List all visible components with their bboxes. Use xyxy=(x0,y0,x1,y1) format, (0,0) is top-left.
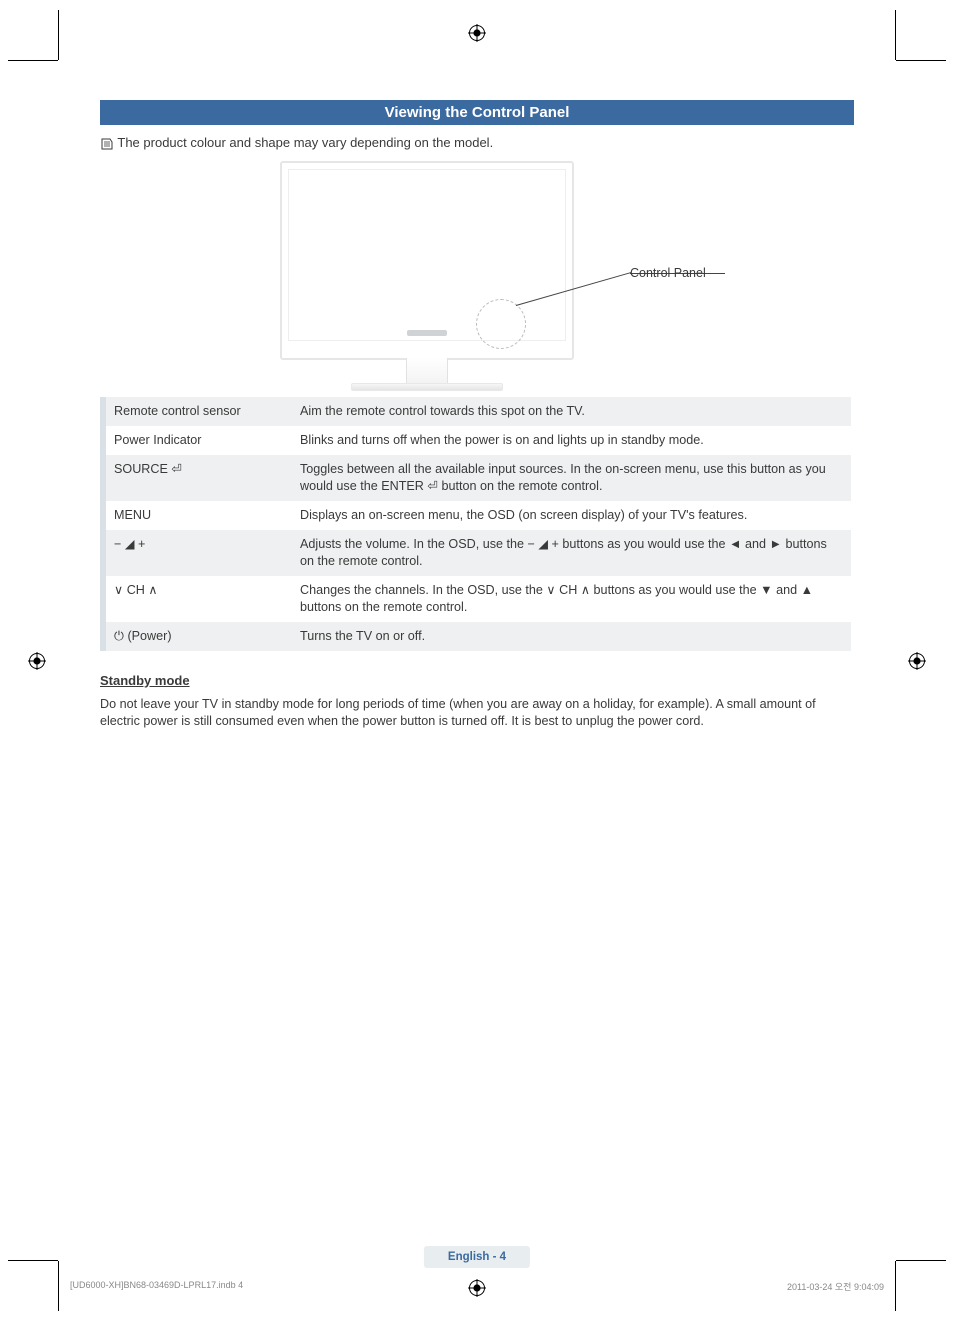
crop-mark xyxy=(896,60,946,61)
registration-mark-icon xyxy=(468,24,486,42)
table-row: Remote control sensor Aim the remote con… xyxy=(103,397,851,426)
row-label: ⏻ (Power) xyxy=(103,622,292,651)
row-label: MENU xyxy=(103,501,292,530)
crop-mark xyxy=(896,1260,946,1261)
crop-mark xyxy=(8,1260,58,1261)
control-panel-table: Remote control sensor Aim the remote con… xyxy=(100,397,854,651)
table-row: MENU Displays an on-screen menu, the OSD… xyxy=(103,501,851,530)
row-desc: Changes the channels. In the OSD, use th… xyxy=(292,576,851,622)
standby-heading: Standby mode xyxy=(100,673,854,688)
tv-illustration xyxy=(280,161,574,360)
registration-mark-icon xyxy=(908,652,926,670)
crop-mark xyxy=(895,10,896,60)
row-desc: Aim the remote control towards this spot… xyxy=(292,397,851,426)
control-panel-label: Control Panel xyxy=(630,266,706,280)
note-line: The product colour and shape may vary de… xyxy=(100,135,854,151)
control-panel-callout-circle xyxy=(476,299,526,349)
table-row: Power Indicator Blinks and turns off whe… xyxy=(103,426,851,455)
tv-figure: Control Panel xyxy=(100,161,854,391)
row-desc: Displays an on-screen menu, the OSD (on … xyxy=(292,501,851,530)
note-text: The product colour and shape may vary de… xyxy=(117,135,493,150)
print-date-info: 2011-03-24 오전 9:04:09 xyxy=(787,1280,884,1293)
crop-mark xyxy=(895,1261,896,1311)
row-label: Remote control sensor xyxy=(103,397,292,426)
row-label: − ◢ + xyxy=(103,530,292,576)
section-title: Viewing the Control Panel xyxy=(100,100,854,125)
registration-mark-icon xyxy=(28,652,46,670)
page-footer: English - 4 xyxy=(424,1246,530,1268)
standby-paragraph: Do not leave your TV in standby mode for… xyxy=(100,696,854,731)
row-desc: Turns the TV on or off. xyxy=(292,622,851,651)
row-desc: Toggles between all the available input … xyxy=(292,455,851,501)
table-row: − ◢ + Adjusts the volume. In the OSD, us… xyxy=(103,530,851,576)
table-row: ⏻ (Power) Turns the TV on or off. xyxy=(103,622,851,651)
row-label: ∨ CH ∧ xyxy=(103,576,292,622)
row-desc: Adjusts the volume. In the OSD, use the … xyxy=(292,530,851,576)
crop-mark xyxy=(8,60,58,61)
print-file-info: [UD6000-XH]BN68-03469D-LPRL17.indb 4 xyxy=(70,1280,243,1293)
row-desc: Blinks and turns off when the power is o… xyxy=(292,426,851,455)
crop-mark xyxy=(58,10,59,60)
table-row: SOURCE ⏎ Toggles between all the availab… xyxy=(103,455,851,501)
note-icon xyxy=(100,137,114,151)
table-row: ∨ CH ∧ Changes the channels. In the OSD,… xyxy=(103,576,851,622)
row-label: SOURCE ⏎ xyxy=(103,455,292,501)
row-label: Power Indicator xyxy=(103,426,292,455)
crop-mark xyxy=(58,1261,59,1311)
